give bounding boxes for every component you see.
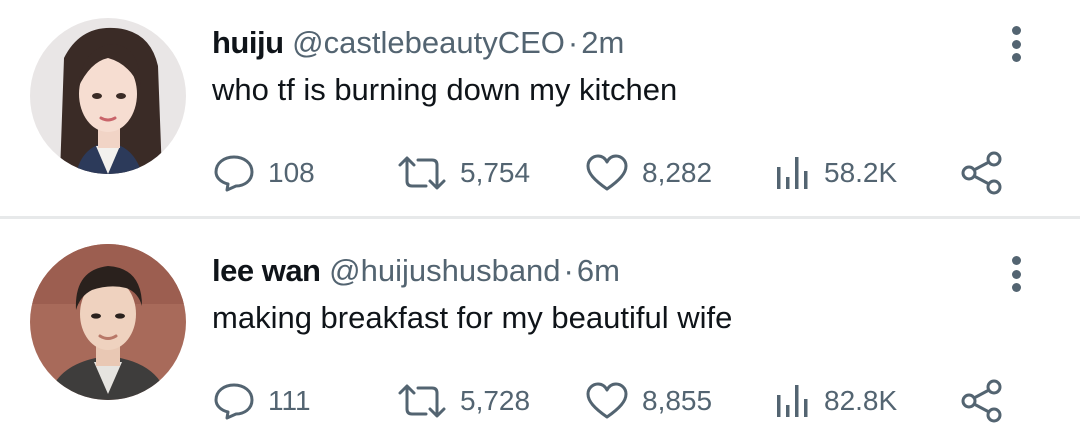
heart-icon — [586, 382, 628, 419]
share-icon — [961, 379, 1002, 423]
reply-button[interactable]: 111 — [212, 376, 311, 426]
share-icon — [961, 151, 1002, 195]
retweet-button[interactable]: 5,728 — [396, 376, 530, 426]
like-count: 8,282 — [642, 157, 713, 188]
heart-icon — [586, 154, 628, 191]
reply-button[interactable]: 108 — [212, 148, 315, 198]
share-button[interactable] — [958, 148, 1006, 198]
tweet-text: making breakfast for my beautiful wife — [212, 300, 733, 335]
tweet-header: huiju @castlebeautyCEO·2m — [212, 24, 624, 62]
timestamp[interactable]: 6m — [577, 253, 620, 288]
tweet-header: lee wan @huijushusband·6m — [212, 252, 620, 290]
views-icon — [777, 385, 808, 417]
reply-count: 111 — [268, 385, 311, 416]
like-button[interactable]: 8,855 — [584, 376, 712, 426]
display-name[interactable]: huiju — [212, 25, 284, 60]
like-count: 8,855 — [642, 385, 713, 416]
tweet-actions: 111 5,728 8,855 82.8K — [0, 376, 1080, 426]
retweet-icon — [398, 156, 446, 190]
more-options-icon[interactable] — [1004, 22, 1028, 66]
handle[interactable]: @castlebeautyCEO — [292, 25, 565, 60]
display-name[interactable]: lee wan — [212, 253, 321, 288]
retweet-icon — [398, 384, 446, 418]
handle[interactable]: @huijushusband — [329, 253, 560, 288]
reply-count: 108 — [268, 157, 315, 188]
tweet[interactable]: huiju @castlebeautyCEO·2m who tf is burn… — [0, 0, 1080, 222]
separator-dot: · — [567, 25, 579, 60]
tweet-divider — [0, 216, 1080, 219]
tweet-actions: 108 5,754 8,282 58.2K — [0, 148, 1080, 198]
tweet[interactable]: lee wan @huijushusband·6m making breakfa… — [0, 222, 1080, 444]
separator-dot: · — [563, 253, 574, 288]
share-button[interactable] — [958, 376, 1006, 426]
view-count: 58.2K — [824, 157, 898, 188]
timestamp[interactable]: 2m — [581, 25, 624, 60]
more-options-icon[interactable] — [1004, 252, 1028, 296]
reply-icon — [214, 155, 254, 192]
retweet-count: 5,728 — [460, 385, 531, 416]
views-button[interactable]: 82.8K — [772, 376, 897, 426]
like-button[interactable]: 8,282 — [584, 148, 712, 198]
retweet-count: 5,754 — [460, 157, 531, 188]
retweet-button[interactable]: 5,754 — [396, 148, 530, 198]
reply-icon — [214, 383, 254, 420]
views-button[interactable]: 58.2K — [772, 148, 897, 198]
tweet-feed: huiju @castlebeautyCEO·2m who tf is burn… — [0, 0, 1080, 444]
view-count: 82.8K — [824, 385, 898, 416]
tweet-text: who tf is burning down my kitchen — [212, 72, 678, 107]
views-icon — [777, 157, 808, 189]
